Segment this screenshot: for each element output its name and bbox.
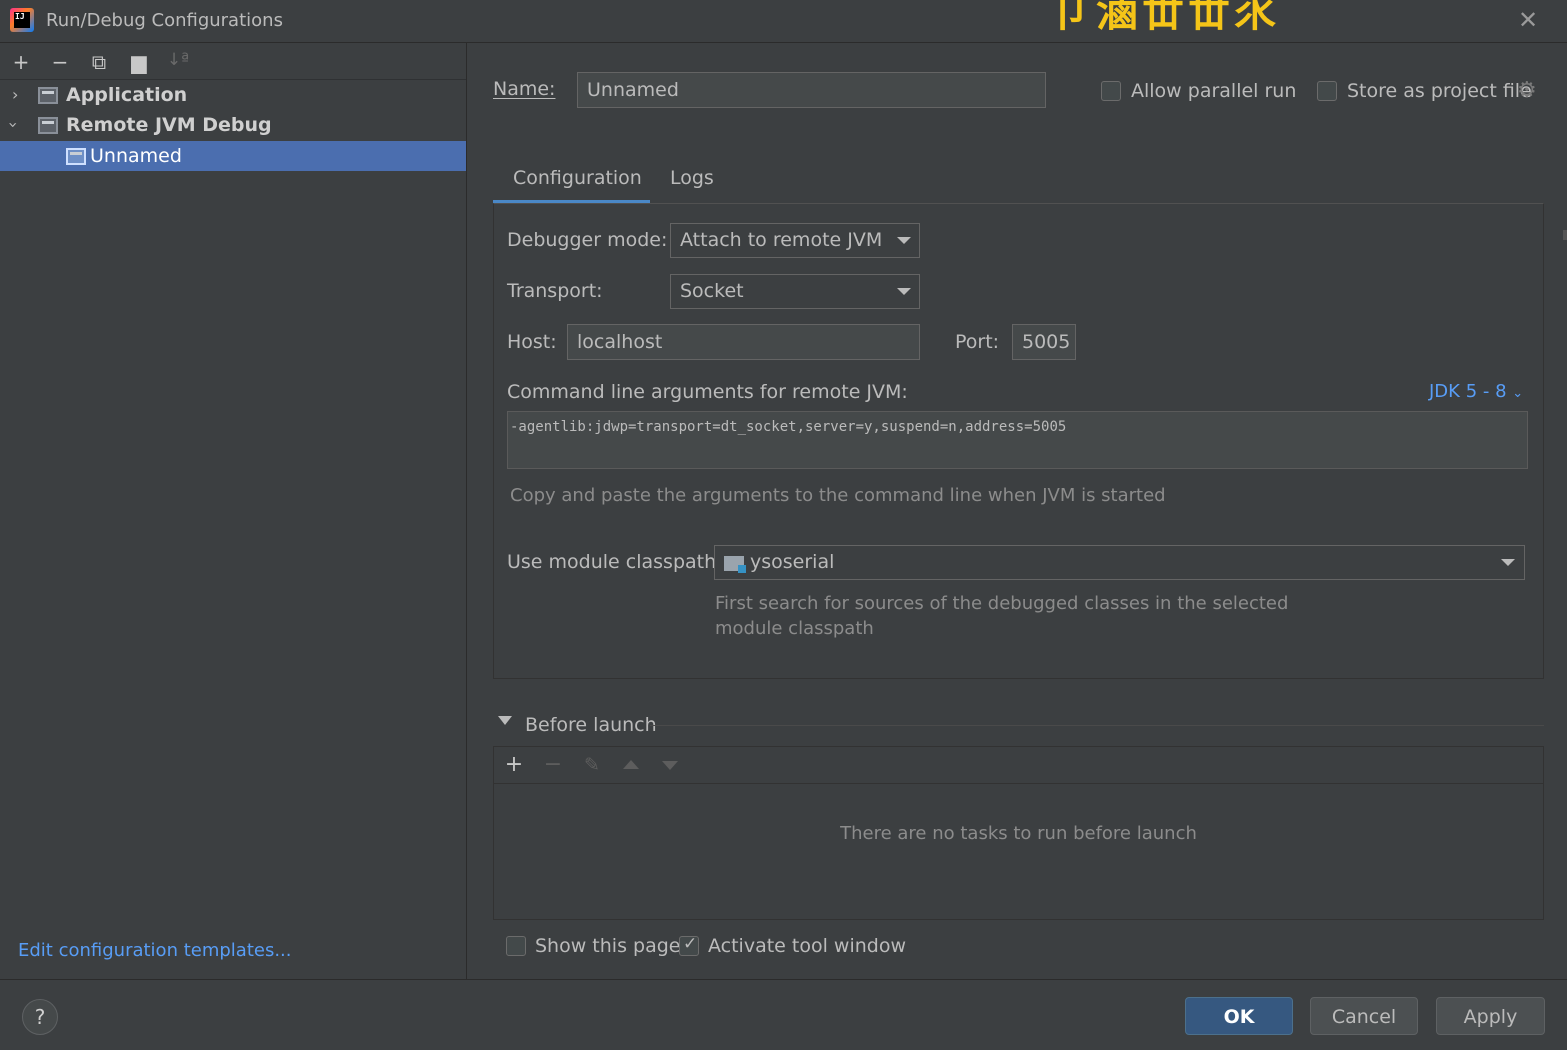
window-title: Run/Debug Configurations	[46, 10, 283, 31]
add-icon[interactable]: +	[500, 752, 528, 777]
footer-divider	[0, 979, 1567, 980]
chevron-right-icon: ›	[12, 85, 19, 104]
tab-configuration[interactable]: Configuration	[513, 167, 642, 189]
sort-icon[interactable]: ↓ª	[165, 50, 191, 70]
debugger-mode-select[interactable]: Attach to remote JVM	[670, 223, 920, 258]
sidebar	[0, 43, 467, 980]
remote-debug-config-icon	[38, 117, 58, 134]
chevron-down-icon: ⌄	[1512, 386, 1524, 401]
tree-item-application[interactable]: › Application	[0, 80, 466, 110]
apply-button[interactable]: Apply	[1436, 997, 1545, 1035]
store-as-project-file-checkbox[interactable]	[1317, 81, 1337, 101]
before-launch-title[interactable]: Before launch	[525, 714, 657, 736]
show-this-page-label: Show this page	[535, 935, 681, 957]
allow-parallel-run-checkbox[interactable]	[1101, 81, 1121, 101]
move-down-icon[interactable]	[662, 761, 678, 770]
module-classpath-value: ysoserial	[750, 551, 835, 573]
jdk-version-link[interactable]: JDK 5 - 8 ⌄	[1429, 381, 1523, 402]
command-line-arguments-field[interactable]: -agentlib:jdwp=transport=dt_socket,serve…	[507, 411, 1528, 469]
edit-configuration-templates-link[interactable]: Edit configuration templates...	[18, 940, 292, 961]
app-icon-text: IJ	[14, 12, 30, 28]
help-icon[interactable]: ?	[22, 999, 58, 1035]
collapse-triangle-icon[interactable]	[498, 716, 512, 725]
before-launch-divider	[650, 725, 1544, 726]
name-input[interactable]: Unnamed	[577, 72, 1046, 108]
close-icon[interactable]: ✕	[1518, 6, 1538, 34]
host-label: Host:	[507, 331, 557, 353]
cancel-button[interactable]: Cancel	[1310, 997, 1418, 1035]
application-config-icon	[38, 87, 58, 104]
show-this-page-checkbox[interactable]	[506, 936, 526, 956]
before-launch-empty-message: There are no tasks to run before launch	[840, 823, 1197, 844]
port-input[interactable]: 5005	[1012, 324, 1076, 360]
name-label: Name:	[493, 78, 556, 100]
activate-tool-window-label: Activate tool window	[708, 935, 907, 957]
store-as-project-file-label: Store as project file	[1347, 80, 1532, 102]
tree-item-label: Application	[66, 84, 188, 106]
move-up-icon[interactable]	[623, 760, 639, 769]
window-edge-marker	[1563, 230, 1567, 240]
remove-icon[interactable]: −	[47, 50, 73, 74]
edit-icon[interactable]: ✎	[578, 754, 606, 776]
jdk-version-text: JDK 5 - 8	[1429, 381, 1507, 402]
tree-item-remote-jvm-debug[interactable]: › Remote JVM Debug	[0, 110, 466, 140]
tab-logs[interactable]: Logs	[670, 167, 714, 189]
gear-icon[interactable]: ⚙	[1517, 78, 1537, 103]
chevron-down-icon	[1501, 559, 1515, 566]
debugger-mode-value: Attach to remote JVM	[680, 229, 883, 251]
module-hint-line-2: module classpath	[715, 618, 874, 639]
folder-add-icon[interactable]: ▆	[126, 50, 152, 74]
remote-debug-config-icon	[66, 148, 86, 165]
debugger-mode-label: Debugger mode:	[507, 229, 668, 251]
ok-button[interactable]: OK	[1185, 997, 1293, 1035]
module-folder-icon	[724, 556, 746, 573]
tree-item-unnamed[interactable]: Unnamed	[0, 141, 466, 171]
chevron-down-icon: ›	[4, 121, 24, 129]
transport-select[interactable]: Socket	[670, 274, 920, 309]
chevron-down-icon	[897, 288, 911, 295]
command-line-hint: Copy and paste the arguments to the comm…	[510, 485, 1166, 506]
module-classpath-select[interactable]: ysoserial	[714, 545, 1525, 580]
allow-parallel-run-label: Allow parallel run	[1131, 80, 1297, 102]
intellij-logo-icon: IJ	[10, 8, 34, 32]
transport-label: Transport:	[507, 280, 603, 302]
remove-icon[interactable]: −	[539, 752, 567, 777]
chevron-down-icon	[897, 237, 911, 244]
add-icon[interactable]: +	[8, 50, 34, 74]
command-line-label: Command line arguments for remote JVM:	[507, 381, 908, 403]
port-label: Port:	[955, 331, 1000, 353]
tree-item-label: Remote JVM Debug	[66, 114, 272, 136]
activate-tool-window-checkbox[interactable]	[679, 934, 699, 956]
module-hint-line-1: First search for sources of the debugged…	[715, 593, 1289, 614]
before-launch-toolbar	[494, 747, 1543, 784]
copy-icon[interactable]: ⧉	[86, 50, 112, 74]
module-classpath-label: Use module classpath:	[507, 551, 723, 573]
host-input[interactable]: localhost	[567, 324, 920, 360]
watermark-text: 卩滷丗丗乑	[1050, 0, 1281, 36]
tree-item-label: Unnamed	[90, 145, 182, 167]
transport-value: Socket	[680, 280, 744, 302]
